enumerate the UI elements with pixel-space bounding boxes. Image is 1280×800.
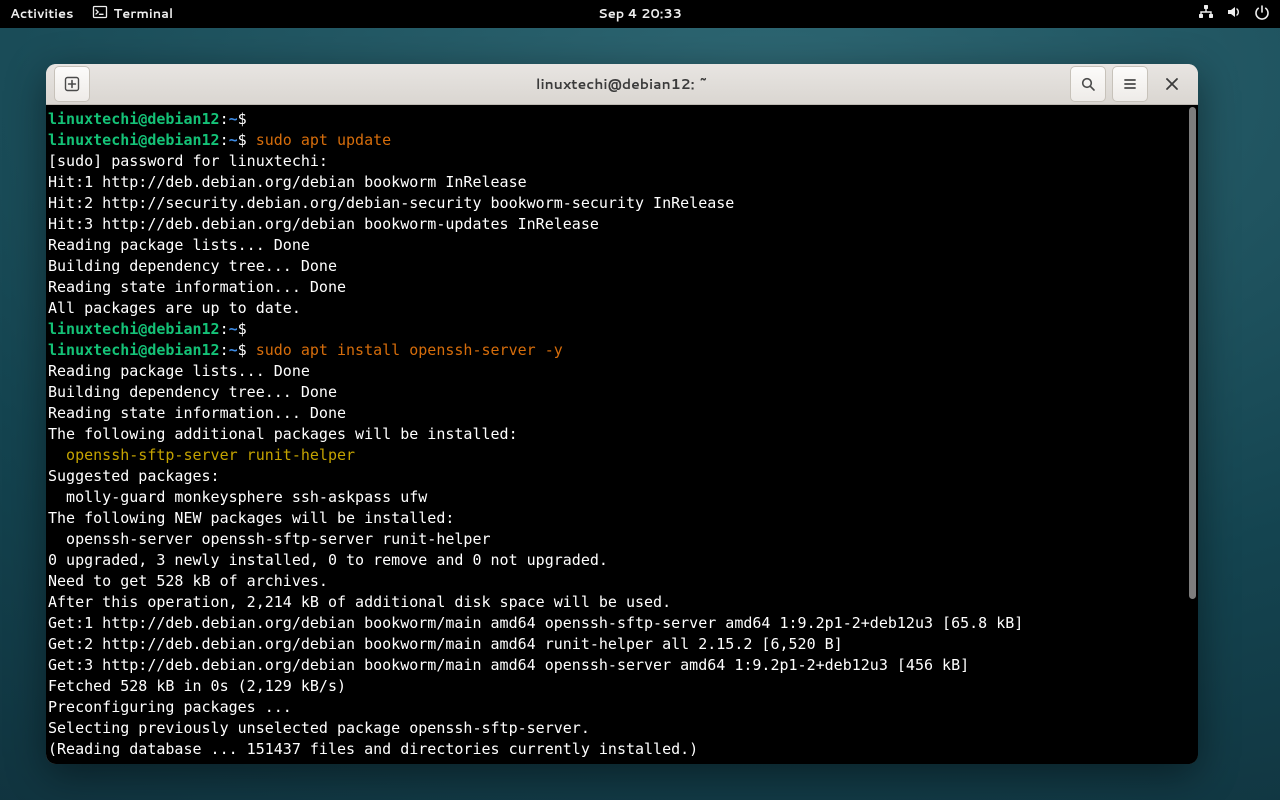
output-line: Need to get 528 kB of archives. — [48, 572, 328, 590]
gnome-top-bar: Activities Terminal Sep 4 20:33 — [0, 0, 1280, 28]
output-line-highlight: openssh-sftp-server runit-helper — [48, 446, 355, 464]
output-line: Get:1 http://deb.debian.org/debian bookw… — [48, 614, 1023, 632]
current-app-indicator[interactable]: Terminal — [92, 4, 174, 25]
hamburger-menu-button[interactable] — [1112, 66, 1148, 102]
output-line: All packages are up to date. — [48, 299, 301, 317]
activities-label: Activities — [10, 5, 74, 23]
output-line: openssh-server openssh-sftp-server runit… — [48, 530, 491, 548]
output-line: Suggested packages: — [48, 467, 220, 485]
current-app-label: Terminal — [114, 5, 174, 23]
output-line: Get:3 http://deb.debian.org/debian bookw… — [48, 656, 969, 674]
power-icon[interactable] — [1254, 4, 1270, 25]
new-tab-button[interactable] — [54, 66, 90, 102]
scrollbar-thumb[interactable] — [1189, 107, 1196, 599]
output-line: 0 upgraded, 3 newly installed, 0 to remo… — [48, 551, 608, 569]
clock-label: Sep 4 20:33 — [598, 5, 682, 23]
output-line: Reading state information... Done — [48, 404, 346, 422]
window-titlebar: linuxtechi@debian12: ~ — [46, 64, 1198, 105]
output-line: Selecting previously unselected package … — [48, 719, 590, 737]
output-line: Preconfiguring packages ... — [48, 698, 292, 716]
output-line: Building dependency tree... Done — [48, 257, 337, 275]
command-line: sudo apt install openssh-server -y — [256, 341, 563, 359]
volume-icon[interactable] — [1226, 4, 1242, 25]
output-line: Hit:1 http://deb.debian.org/debian bookw… — [48, 173, 527, 191]
activities-button[interactable]: Activities — [10, 5, 74, 23]
output-line: [sudo] password for linuxtechi: — [48, 152, 337, 170]
output-line: The following NEW packages will be insta… — [48, 509, 454, 527]
terminal-output[interactable]: linuxtechi@debian12:~$ linuxtechi@debian… — [46, 105, 1187, 764]
output-line: Reading package lists... Done — [48, 236, 310, 254]
terminal-icon — [92, 4, 108, 25]
output-line: Building dependency tree... Done — [48, 383, 337, 401]
terminal-viewport: linuxtechi@debian12:~$ linuxtechi@debian… — [46, 105, 1198, 764]
output-line: molly-guard monkeysphere ssh-askpass ufw — [48, 488, 427, 506]
network-icon[interactable] — [1198, 4, 1214, 25]
output-line: Hit:3 http://deb.debian.org/debian bookw… — [48, 215, 599, 233]
window-title: linuxtechi@debian12: ~ — [536, 74, 708, 94]
output-line: The following additional packages will b… — [48, 425, 518, 443]
output-line: (Reading database ... 151437 files and d… — [48, 740, 698, 758]
output-line: Reading state information... Done — [48, 278, 346, 296]
terminal-scrollbar[interactable] — [1187, 105, 1198, 764]
prompt-user-host: linuxtechi@debian12 — [48, 110, 220, 128]
terminal-window: linuxtechi@debian12: ~ linuxtechi@debian… — [46, 64, 1198, 764]
output-line: Hit:2 http://security.debian.org/debian-… — [48, 194, 734, 212]
output-line: Fetched 528 kB in 0s (2,129 kB/s) — [48, 677, 346, 695]
search-button[interactable] — [1070, 66, 1106, 102]
output-line: Reading package lists... Done — [48, 362, 310, 380]
output-line: After this operation, 2,214 kB of additi… — [48, 593, 671, 611]
command-line: sudo apt update — [256, 131, 391, 149]
close-button[interactable] — [1154, 66, 1190, 102]
clock[interactable]: Sep 4 20:33 — [598, 5, 682, 23]
prompt-path: ~ — [229, 110, 238, 128]
output-line: Get:2 http://deb.debian.org/debian bookw… — [48, 635, 843, 653]
